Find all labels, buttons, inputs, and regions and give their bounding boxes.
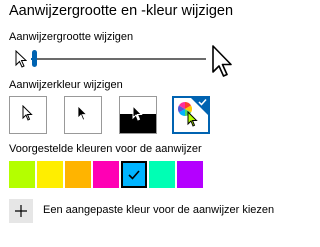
plus-icon — [15, 205, 27, 217]
pointer-size-label: Aanwijzergrootte wijzigen — [9, 31, 134, 43]
color-swatch[interactable] — [149, 161, 175, 188]
small-cursor-icon — [15, 50, 27, 68]
page-title: Aanwijzergrootte en -kleur wijzigen — [9, 3, 234, 19]
pointer-size-slider-row — [9, 45, 294, 77]
suggested-colors-label: Voorgestelde kleuren voor de aanwijzer — [9, 143, 202, 155]
black-cursor-icon — [77, 105, 88, 121]
color-swatch[interactable] — [9, 161, 35, 188]
black-cursor-option[interactable] — [64, 96, 102, 134]
color-swatch[interactable] — [121, 161, 147, 188]
pointer-color-label: Aanwijzerkleur wijzigen — [9, 79, 123, 91]
custom-color-label[interactable]: Een aangepaste kleur voor de aanwijzer k… — [43, 204, 274, 216]
color-swatch[interactable] — [93, 161, 119, 188]
color-swatch[interactable] — [65, 161, 91, 188]
add-custom-color-button[interactable] — [9, 199, 33, 223]
slider-track[interactable] — [31, 58, 206, 60]
color-swatch[interactable] — [177, 161, 203, 188]
inverted-cursor-option[interactable] — [119, 96, 157, 134]
inverted-cursor-icon — [132, 105, 143, 121]
color-swatch[interactable] — [37, 161, 63, 188]
custom-color-cursor-option[interactable] — [172, 96, 210, 134]
checkmark-icon — [198, 98, 207, 106]
white-cursor-option[interactable] — [9, 96, 47, 134]
large-cursor-icon — [212, 45, 232, 77]
checkmark-icon — [128, 169, 140, 180]
slider-thumb[interactable] — [32, 50, 37, 67]
white-cursor-icon — [22, 105, 33, 121]
